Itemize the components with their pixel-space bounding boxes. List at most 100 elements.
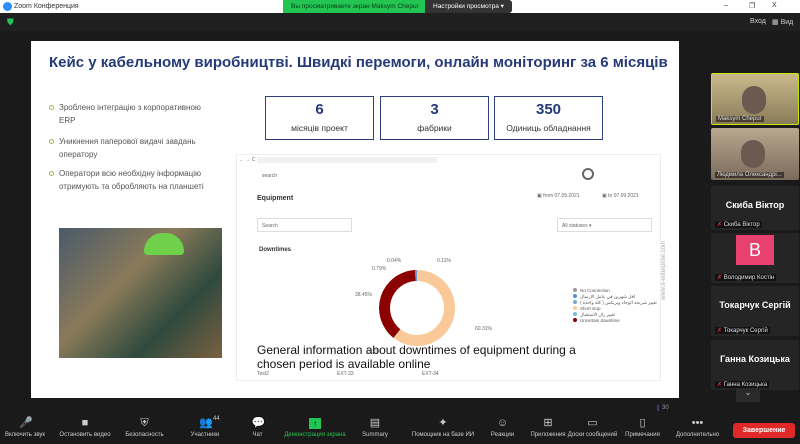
axis-label: EXT-33 [337,371,354,377]
watermark: www.it-enterprise.com [661,241,667,301]
minimize-button[interactable]: – [724,2,728,9]
shield-icon[interactable]: ⛊ [7,17,14,28]
page-title: Equipment [257,195,294,202]
mic-muted-icon: ✗ [717,222,724,228]
browser-nav-icons: ← → C [239,157,256,163]
shared-slide: Кейс у кабельному виробництві. Швидкі пе… [31,41,679,411]
toolbar-участники[interactable]: 👥 44 Участники [175,412,235,444]
legend-label: Uncertain downtime [580,318,620,323]
stat-box: 6 місяців проект [265,96,374,140]
toolbar-icon: 💬 [251,417,266,429]
stat-box: 350 Одиниць обладнання [494,96,603,140]
chevron-down-icon[interactable]: ⌄ [736,388,760,402]
legend-swatch [573,294,577,298]
toolbar-icon: ▤ [369,417,381,429]
legend-label: No Connection [580,288,610,293]
participant-tile[interactable]: Ганна Козицька ✗ Ганна Козицька [711,340,799,390]
slice-label: 0.11% [437,258,451,264]
title-bar: Zoom Конференция Вы просматриваете экран… [0,0,800,13]
participant-name: Людмила Олександрі... [715,172,784,178]
participant-tile[interactable]: Людмила Олександрі... [711,128,799,180]
toolbar-icon: 👥 [199,417,213,429]
toolbar-безопасность[interactable]: ⛨ Безопасность [117,412,172,444]
participant-display-name: Ганна Козицька [720,354,790,364]
viewing-banner: Вы просматриваете экран Maksym Chepur [283,0,427,13]
restore-button[interactable]: ❐ [749,2,755,10]
toolbar-icon: 🎤 [19,417,33,429]
axis-label: Test2 [257,371,269,377]
toolbar-дополнительно[interactable]: ••• Дополнительно [665,412,730,444]
slice-label: 60.31% [475,326,493,332]
more-icon: ••• [691,417,704,429]
legend-swatch [573,312,577,316]
close-button[interactable]: X [772,2,777,9]
view-options-button[interactable]: Настройки просмотра ▾ [425,0,512,13]
toolbar-label: Остановить видео [59,432,111,438]
legend-swatch [573,288,577,292]
participant-count: 44 [213,416,220,422]
bullet-item: Уникнення паперової видачі завдань опера… [49,135,209,161]
participant-name: ✗ Скиба Віктор [715,221,762,228]
view-button[interactable]: ▦ Вид [772,18,793,26]
legend-swatch [573,318,577,322]
toolbar-label: Помощник на базе ИИ [411,432,475,438]
meeting-toolbar: 🎤 Включить звук ■ Остановить видео ⛨ Безопасн… [0,412,800,444]
participant-display-name: Токарчук Сергій [719,300,791,310]
toolbar-демонстрация-экрана[interactable]: ↑ Демонстрация экрана [280,412,350,444]
address-bar [257,157,437,163]
toolbar-label: Участники [190,432,220,438]
end-meeting-button[interactable]: Завершение [733,423,795,438]
toolbar-label: Реакции [490,432,515,438]
toolbar-icon: ■ [81,417,89,429]
factory-photo [59,228,222,358]
window-title: Zoom Конференция [14,3,79,10]
status-select: All statuses ▾ [557,218,652,232]
toolbar-label: Безопасность [125,432,164,438]
donut-slice [379,270,416,338]
toolbar-примечания[interactable]: ▯ Примечания [620,412,665,444]
toolbar-включить-звук[interactable]: 🎤 Включить звук [0,412,50,444]
toolbar-label: Summary [362,432,388,438]
mic-muted-icon: ✗ [717,382,724,388]
slide-caption: General information about downtimes of e… [257,343,576,371]
page-number: 30 [657,405,669,411]
toolbar-приложения[interactable]: ⊞ Приложения [528,412,568,444]
legend-swatch [573,306,577,310]
participant-name: ✗ Володимир Костін [715,274,777,281]
app-search: search [262,173,278,179]
signin-button[interactable]: Вход [750,18,766,25]
legend-swatch [573,300,577,304]
slice-label: 0.04% [387,258,402,264]
mic-muted-icon: ✗ [717,275,724,281]
toolbar-помощник-на-базе-ии[interactable]: ✦ Помощник на базе ИИ [408,412,478,444]
participant-name: Maksym Chepur [716,116,764,122]
slice-label: 38.45% [355,292,373,298]
toolbar-icon: ▯ [639,417,646,429]
toolbar-icon: ↑ [309,418,321,429]
toolbar-label: Демонстрация экрана [284,432,346,438]
participant-tile[interactable]: В ✗ Володимир Костін [711,233,799,283]
toolbar-label: Доски сообщений [567,432,618,438]
participant-tile[interactable]: Скиба Віктор ✗ Скиба Віктор [711,186,799,230]
participant-name: ✗ Ганна Козицька [715,381,770,388]
toolbar-label: Чат [252,432,263,438]
toolbar-label: Приложения [530,432,566,438]
toolbar-чат[interactable]: 💬 Чат [240,412,275,444]
toolbar-остановить-видео[interactable]: ■ Остановить видео [55,412,115,444]
avatar [582,168,594,180]
toolbar-icon: ✦ [438,417,448,429]
participant-video [742,86,766,114]
toolbar-доски-сообщений[interactable]: ▭ Доски сообщений [565,412,620,444]
participant-tile[interactable]: Токарчук Сергій ✗ Токарчук Сергій [711,286,799,336]
toolbar-реакции[interactable]: ☺ Реакции [480,412,525,444]
slide-title: Кейс у кабельному виробництві. Швидкі пе… [49,54,668,71]
stat-box: 3 фабрики [380,96,489,140]
toolbar-label: Включить звук [4,432,45,438]
meeting-top-bar: ⛊ Вход ▦ Вид [0,13,800,31]
toolbar-summary[interactable]: ▤ Summary [350,412,400,444]
toolbar-label: Дополнительно [675,432,720,438]
participant-tile[interactable]: Maksym Chepur [711,73,799,125]
toolbar-icon: ☺ [496,417,509,429]
slice-label: 0.79% [372,266,387,272]
zoom-logo-icon [3,2,12,11]
